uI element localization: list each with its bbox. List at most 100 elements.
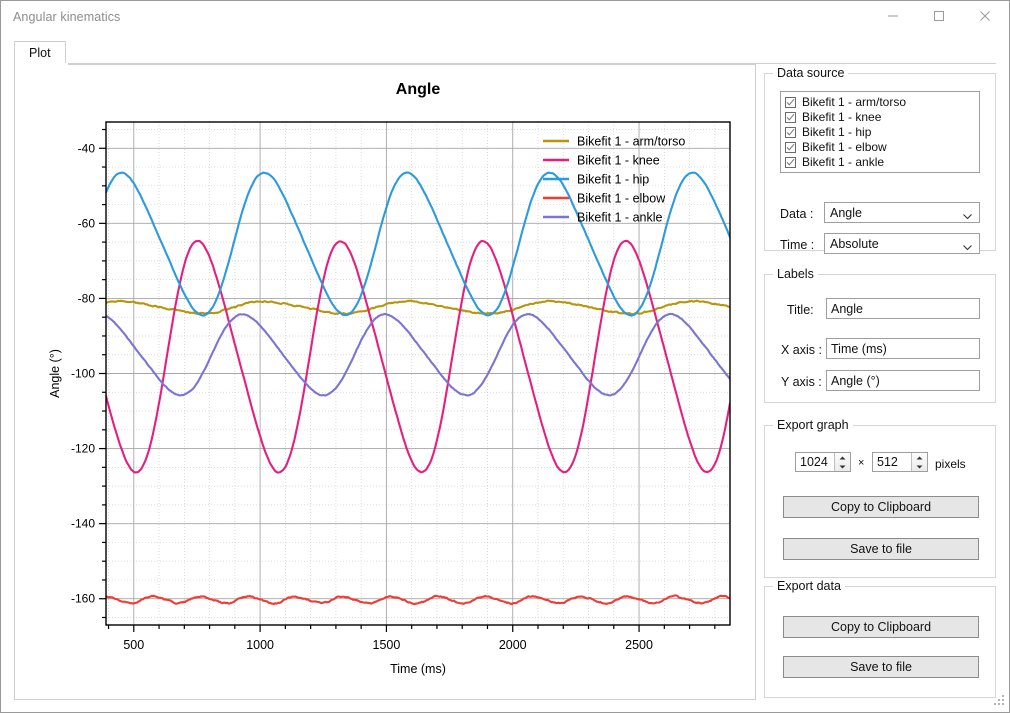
y-tick-label: -60 — [78, 216, 96, 230]
labels-group: Labels Title: Angle X axis : Time (ms) Y… — [764, 267, 996, 403]
xaxis-input[interactable]: Time (ms) — [826, 338, 980, 359]
export-data-save-label: Save to file — [850, 660, 912, 674]
y-tick-label: -80 — [78, 291, 96, 305]
yaxis-input[interactable]: Angle (°) — [826, 370, 980, 391]
tab-plot[interactable]: Plot — [14, 41, 66, 64]
minimize-icon — [888, 15, 898, 17]
export-data-group-title: Export data — [773, 579, 845, 593]
export-graph-copy-button[interactable]: Copy to Clipboard — [783, 496, 979, 518]
list-item[interactable]: Bikefit 1 - ankle — [785, 155, 979, 170]
pixels-unit-label: pixels — [935, 457, 966, 471]
close-icon — [980, 11, 990, 21]
chart-title: Angle — [396, 81, 441, 98]
list-item[interactable]: Bikefit 1 - hip — [785, 125, 979, 140]
title-bar: Angular kinematics — [1, 1, 1009, 32]
list-item-label: Bikefit 1 - hip — [802, 125, 872, 139]
data-field-label: Data : — [780, 207, 814, 221]
export-data-group: Export data Copy to Clipboard Save to fi… — [764, 579, 996, 698]
tab-strip: Plot — [14, 41, 996, 64]
export-data-save-button[interactable]: Save to file — [783, 656, 979, 678]
checkbox[interactable] — [785, 127, 796, 138]
maximize-icon — [934, 11, 944, 21]
export-data-copy-label: Copy to Clipboard — [830, 620, 932, 634]
data-select[interactable]: Angle — [824, 202, 980, 223]
legend-label: Bikefit 1 - arm/torso — [577, 135, 685, 149]
title-input-value: Angle — [831, 301, 863, 316]
data-source-group-title: Data source — [773, 66, 849, 80]
y-tick-label: -40 — [78, 141, 96, 155]
resize-grip[interactable] — [993, 694, 1005, 709]
resize-grip-icon — [994, 695, 1004, 705]
settings-column: Data source Bikefit 1 - arm/torso Bikefit… — [764, 64, 996, 700]
tab-plot-label: Plot — [29, 46, 51, 60]
spin-up-icon[interactable] — [839, 453, 846, 462]
y-tick-label: -100 — [71, 367, 95, 381]
yaxis-field-row: Y axis : — [781, 375, 822, 389]
close-button[interactable] — [962, 1, 1008, 31]
tab-active-mask — [15, 63, 68, 65]
time-field-label: Time : — [780, 238, 815, 252]
app-window: Angular kinematics Plot Angle -40 -60 -80 -1… — [0, 0, 1010, 713]
export-height-stepper[interactable]: 512 — [872, 452, 928, 472]
check-icon — [786, 158, 795, 166]
series-line — [106, 594, 730, 606]
export-height-spin-arrows[interactable] — [911, 453, 927, 471]
chevron-down-icon — [963, 209, 972, 223]
time-field-row: Time : — [780, 238, 814, 252]
legend-label: Bikefit 1 - elbow — [577, 192, 666, 206]
y-axis-title: Angle (°) — [48, 349, 62, 398]
export-graph-copy-label: Copy to Clipboard — [830, 500, 932, 514]
title-input[interactable]: Angle — [826, 298, 980, 319]
list-item[interactable]: Bikefit 1 - elbow — [785, 140, 979, 155]
title-field-label: Title: — [787, 303, 814, 317]
minimize-button[interactable] — [870, 1, 916, 31]
xaxis-input-value: Time (ms) — [831, 341, 887, 356]
export-height-value: 512 — [877, 455, 898, 469]
y-tick-label: -140 — [71, 517, 95, 531]
export-graph-group: Export graph 1024 × 512 pixels Copy to C… — [764, 418, 996, 578]
legend-label: Bikefit 1 - hip — [577, 173, 649, 187]
checkbox[interactable] — [785, 112, 796, 123]
y-tick-label: -160 — [71, 592, 95, 606]
window-title: Angular kinematics — [13, 10, 121, 24]
xaxis-field-row: X axis : — [781, 343, 822, 357]
series-line — [106, 239, 730, 474]
legend-label: Bikefit 1 - knee — [577, 154, 660, 168]
data-source-group: Data source Bikefit 1 - arm/torso Bikefit… — [764, 66, 996, 254]
spin-down-icon[interactable] — [839, 462, 846, 471]
plot-panel: Angle -40 -60 -80 -100 -120 -140 -160 500 1000 150… — [14, 64, 756, 700]
maximize-button[interactable] — [916, 1, 962, 31]
list-item[interactable]: Bikefit 1 - arm/torso — [785, 95, 979, 110]
check-icon — [786, 113, 795, 121]
spin-up-icon[interactable] — [916, 453, 923, 462]
checkbox[interactable] — [785, 157, 796, 168]
list-item-label: Bikefit 1 - knee — [802, 110, 882, 124]
export-graph-save-label: Save to file — [850, 542, 912, 556]
x-tick-label: 1500 — [373, 638, 401, 652]
x-axis-title: Time (ms) — [390, 662, 446, 676]
time-select[interactable]: Absolute — [824, 233, 980, 254]
check-icon — [786, 98, 795, 106]
chevron-down-icon — [963, 240, 972, 254]
checkbox[interactable] — [785, 142, 796, 153]
list-item-label: Bikefit 1 - ankle — [802, 155, 885, 169]
x-tick-label: 500 — [123, 638, 144, 652]
data-select-value: Angle — [830, 205, 862, 220]
data-source-list[interactable]: Bikefit 1 - arm/torso Bikefit 1 - knee Bik… — [780, 91, 980, 173]
export-data-copy-button[interactable]: Copy to Clipboard — [783, 616, 979, 638]
export-graph-save-button[interactable]: Save to file — [783, 538, 979, 560]
x-tick-label: 2500 — [625, 638, 653, 652]
chart-series — [106, 171, 730, 606]
checkbox[interactable] — [785, 97, 796, 108]
check-icon — [786, 128, 795, 136]
export-width-stepper[interactable]: 1024 — [795, 452, 851, 472]
check-icon — [786, 143, 795, 151]
data-field-row: Data : — [780, 207, 813, 221]
legend-label: Bikefit 1 - ankle — [577, 211, 663, 225]
spin-down-icon[interactable] — [916, 462, 923, 471]
xaxis-field-label: X axis : — [781, 343, 822, 357]
list-item-label: Bikefit 1 - elbow — [802, 140, 887, 154]
export-width-spin-arrows[interactable] — [834, 453, 850, 471]
angle-chart[interactable]: Angle -40 -60 -80 -100 -120 -140 -160 500 1000 150… — [15, 65, 755, 699]
list-item[interactable]: Bikefit 1 - knee — [785, 110, 979, 125]
